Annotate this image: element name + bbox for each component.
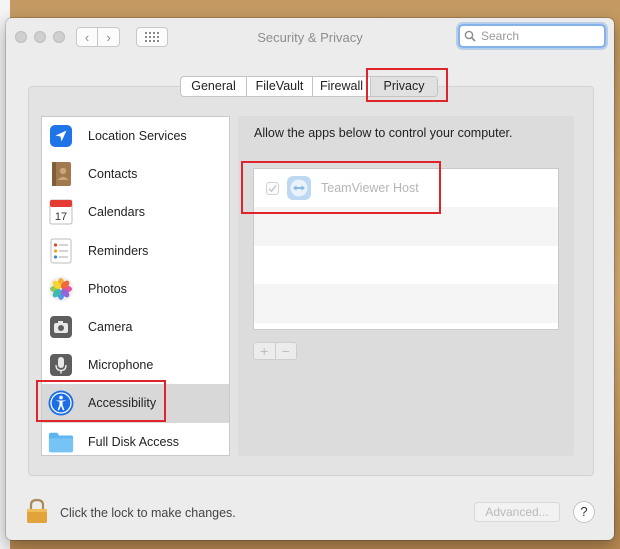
advanced-button[interactable]: Advanced... bbox=[474, 502, 560, 522]
category-label: Microphone bbox=[88, 358, 154, 373]
privacy-category-list: Location Services Contacts 17 Calendars … bbox=[41, 116, 230, 456]
category-label: Location Services bbox=[88, 129, 187, 144]
category-reminders[interactable]: Reminders bbox=[42, 232, 229, 270]
category-calendars[interactable]: 17 Calendars bbox=[42, 193, 229, 231]
category-contacts[interactable]: Contacts bbox=[42, 155, 229, 193]
table-row bbox=[254, 246, 558, 284]
titlebar: ‹ › Security & Privacy bbox=[6, 18, 614, 56]
table-row bbox=[254, 284, 558, 323]
help-button[interactable]: ? bbox=[573, 501, 595, 523]
category-camera[interactable]: Camera bbox=[42, 308, 229, 346]
microphone-icon bbox=[48, 352, 74, 378]
location-arrow-icon bbox=[48, 123, 74, 149]
photos-flower-icon bbox=[48, 276, 74, 302]
app-enabled-checkbox[interactable] bbox=[266, 181, 279, 195]
calendar-day-label: 17 bbox=[55, 211, 67, 223]
add-app-button[interactable]: + bbox=[254, 343, 276, 359]
category-location-services[interactable]: Location Services bbox=[42, 117, 229, 155]
lock-icon bbox=[27, 498, 47, 523]
security-privacy-window: ‹ › Security & Privacy General F bbox=[6, 18, 614, 540]
contacts-book-icon bbox=[48, 161, 74, 187]
tab-privacy[interactable]: Privacy bbox=[371, 77, 437, 96]
lock-button[interactable] bbox=[26, 498, 48, 524]
add-remove-control: + − bbox=[253, 342, 297, 360]
category-label: Photos bbox=[88, 281, 127, 296]
pane-instruction: Allow the apps below to control your com… bbox=[254, 126, 513, 140]
tab-firewall[interactable]: Firewall bbox=[313, 77, 371, 96]
reminders-list-icon bbox=[48, 238, 74, 264]
teamviewer-icon bbox=[287, 176, 311, 201]
search-icon bbox=[464, 30, 476, 42]
category-full-disk-access[interactable]: Full Disk Access bbox=[42, 423, 229, 456]
search-input[interactable] bbox=[479, 28, 601, 44]
category-photos[interactable]: Photos bbox=[42, 270, 229, 308]
remove-app-button[interactable]: − bbox=[276, 343, 297, 359]
allowed-apps-table: TeamViewer Host bbox=[253, 168, 559, 330]
app-row-teamviewer-host[interactable]: TeamViewer Host bbox=[254, 169, 558, 207]
category-label: Reminders bbox=[88, 243, 149, 258]
tab-general[interactable]: General bbox=[181, 77, 247, 96]
tab-bar: General FileVault Firewall Privacy bbox=[180, 76, 438, 97]
folder-icon bbox=[48, 429, 74, 455]
category-label: Accessibility bbox=[88, 396, 157, 411]
app-name-label: TeamViewer Host bbox=[321, 181, 419, 196]
category-label: Camera bbox=[88, 320, 133, 335]
tab-filevault[interactable]: FileVault bbox=[247, 77, 313, 96]
category-accessibility[interactable]: Accessibility bbox=[42, 384, 229, 423]
accessibility-icon bbox=[48, 390, 74, 416]
camera-icon bbox=[48, 314, 74, 340]
calendar-icon: 17 bbox=[48, 199, 74, 225]
category-label: Contacts bbox=[88, 167, 138, 182]
category-label: Calendars bbox=[88, 205, 145, 220]
category-microphone[interactable]: Microphone bbox=[42, 346, 229, 384]
checkmark-icon bbox=[268, 184, 277, 192]
lock-instruction: Click the lock to make changes. bbox=[60, 506, 236, 520]
table-row bbox=[254, 207, 558, 246]
category-label: Full Disk Access bbox=[88, 434, 179, 449]
search-field[interactable] bbox=[458, 24, 606, 48]
